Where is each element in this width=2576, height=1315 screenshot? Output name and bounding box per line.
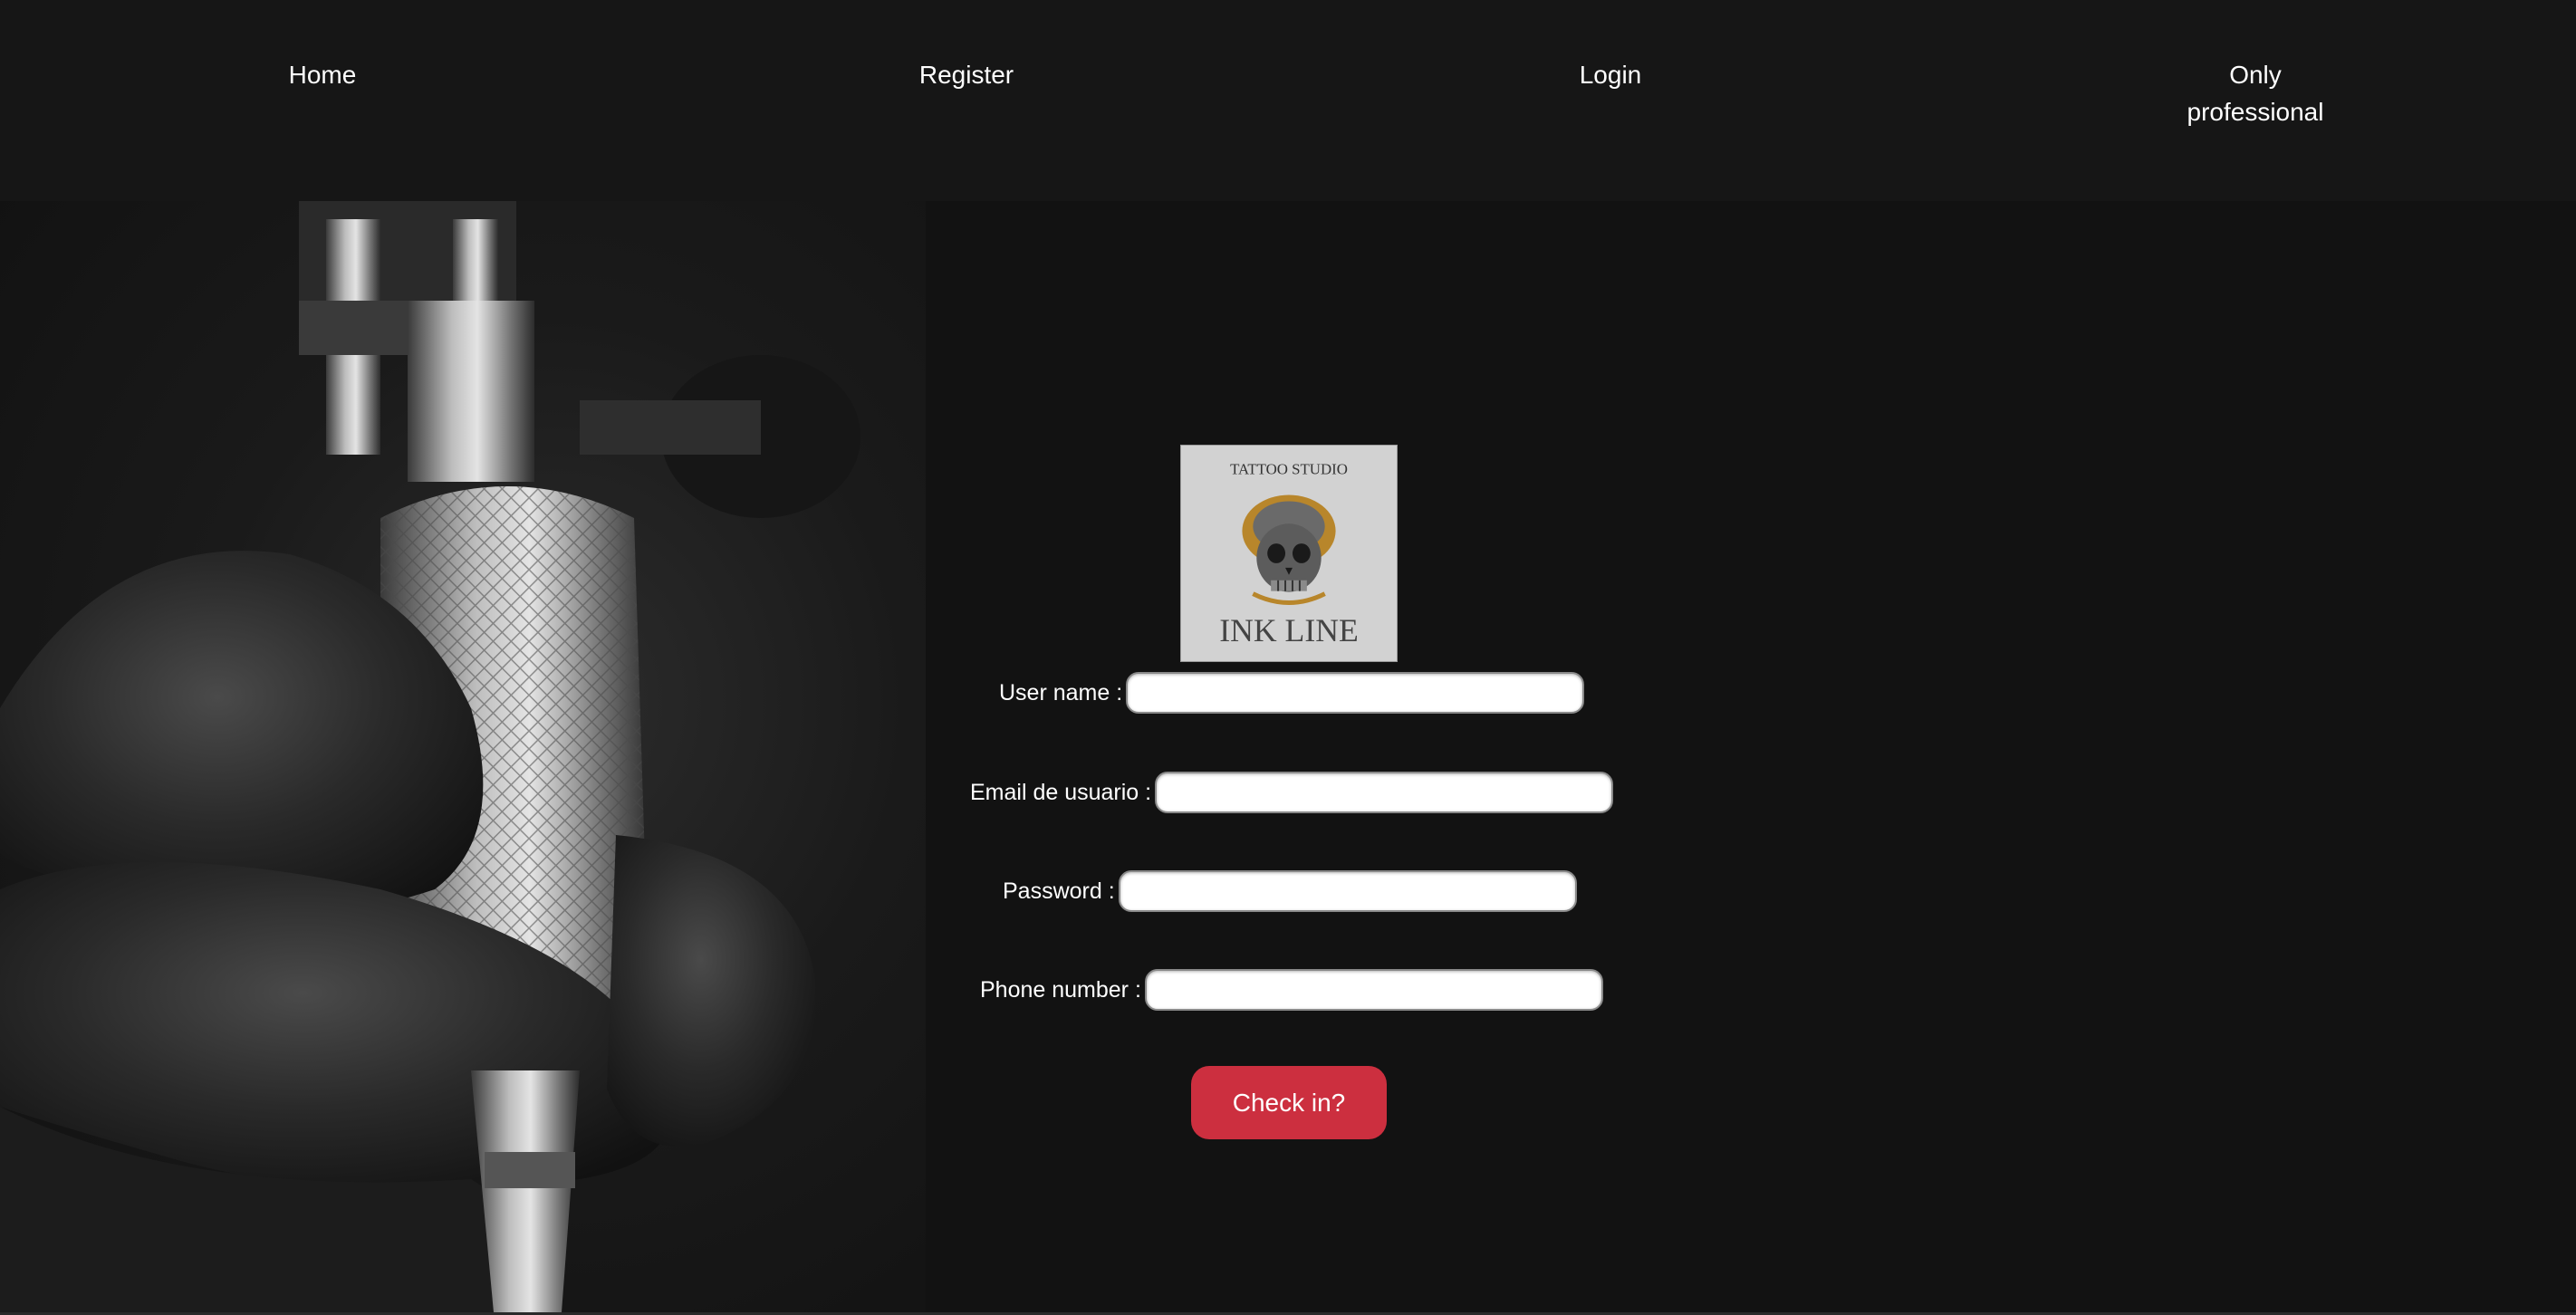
phone-label: Phone number : xyxy=(980,976,1141,1003)
logo-top-text: TATTOO STUDIO xyxy=(1230,461,1348,478)
logo-brand-text: INK LINE xyxy=(1219,612,1359,648)
tattoo-machine-photo xyxy=(0,201,860,1312)
nav-only-professional-label: Only professional xyxy=(2187,61,2324,126)
password-label: Password : xyxy=(1003,878,1115,904)
hero-image xyxy=(0,201,926,1312)
username-input[interactable] xyxy=(1126,672,1585,714)
nav-only-professional-link[interactable]: Only professional xyxy=(2092,56,2418,130)
nav-home-link[interactable]: Home xyxy=(159,56,485,93)
password-input[interactable] xyxy=(1118,870,1577,912)
password-row: Password : xyxy=(1003,869,1577,913)
email-label: Email de usuario : xyxy=(970,779,1152,805)
username-label: User name : xyxy=(999,679,1123,705)
username-row: User name : xyxy=(999,671,1585,715)
studio-logo: TATTOO STUDIO INK LINE xyxy=(1180,445,1398,662)
email-input[interactable] xyxy=(1155,772,1614,813)
nav-register-link[interactable]: Register xyxy=(803,56,1129,93)
email-row: Email de usuario : xyxy=(970,771,1614,814)
navbar: Home Register Login Only professional xyxy=(0,0,2576,201)
skull-icon: TATTOO STUDIO INK LINE xyxy=(1181,446,1397,661)
phone-row: Phone number : xyxy=(980,968,1603,1012)
phone-input[interactable] xyxy=(1144,969,1603,1011)
nav-login-link[interactable]: Login xyxy=(1447,56,1773,93)
check-in-button[interactable]: Check in? xyxy=(1191,1066,1387,1139)
